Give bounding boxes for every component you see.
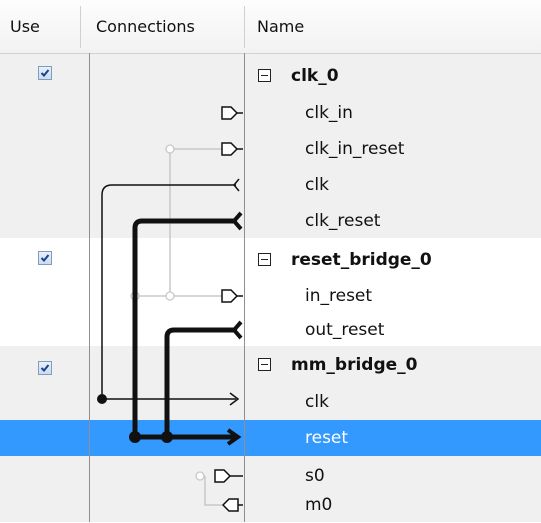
collapse-icon[interactable] xyxy=(258,253,271,266)
port-name[interactable]: out_reset xyxy=(305,312,384,348)
port-name[interactable]: m0 xyxy=(305,487,332,523)
port-name[interactable]: clk_in_reset xyxy=(305,131,404,167)
port-name[interactable]: in_reset xyxy=(305,278,372,314)
module-name: clk_0 xyxy=(291,66,339,86)
collapse-icon[interactable] xyxy=(258,69,271,82)
module-name: mm_bridge_0 xyxy=(291,355,418,375)
module-name: reset_bridge_0 xyxy=(291,250,432,270)
port-name[interactable]: clk_reset xyxy=(305,203,380,239)
port-name-selected[interactable]: reset xyxy=(305,420,348,456)
port-name[interactable]: clk xyxy=(305,384,329,420)
port-name[interactable]: clk_in xyxy=(305,95,353,131)
connections-table: Use Connections Name clk_0 clk_in clk_in… xyxy=(0,0,541,522)
collapse-icon[interactable] xyxy=(258,358,271,371)
port-name[interactable]: clk xyxy=(305,167,329,203)
